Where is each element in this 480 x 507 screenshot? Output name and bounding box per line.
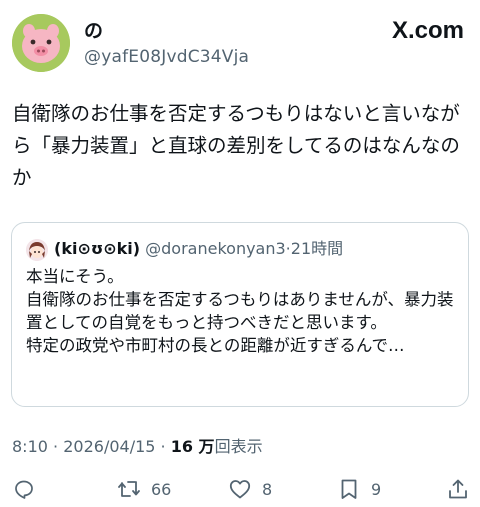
heart-icon [229, 480, 251, 499]
anime-girl-avatar-icon[interactable] [26, 239, 48, 261]
action-bar: 66 8 9 [0, 474, 480, 504]
tweet-text: 自衛隊のお仕事を否定するつもりはないと言いながら「暴力装置」と直球の差別をしてる… [12, 102, 460, 189]
bookmark-count: 9 [371, 479, 382, 499]
retweet-button[interactable]: 66 [117, 476, 171, 502]
tweet-header: の @yafE08JvdC34Vja X.com [12, 12, 468, 76]
view-count-label: 回表示 [214, 437, 263, 456]
view-count: 16 万 [170, 437, 215, 456]
share-button[interactable] [446, 476, 470, 502]
reply-button[interactable] [12, 476, 36, 502]
tweet-date[interactable]: 2026/04/15 [63, 437, 155, 456]
quoted-tweet-text: 本当にそう。 自衛隊のお仕事を否定するつもりはありませんが、暴力装置としての自覚… [26, 265, 458, 357]
retweet-count: 66 [151, 479, 172, 499]
bookmark-button[interactable]: 9 [337, 476, 381, 502]
quoted-text-line: 特定の政党や市町村の長との距離が近すぎるんで… [26, 336, 405, 355]
retweet-icon [118, 481, 140, 497]
quoted-text-line: 本当にそう。 [26, 267, 124, 286]
quoted-author-handle[interactable]: @doranekonyan3 [145, 239, 286, 258]
author-display-name[interactable]: の [84, 20, 103, 42]
tweet-time[interactable]: 8:10 [12, 437, 48, 456]
meta-separator: · [160, 437, 166, 456]
bookmark-icon [341, 479, 357, 499]
pig-face-icon[interactable] [12, 14, 70, 72]
meta-separator: · [53, 437, 59, 456]
share-icon [449, 479, 467, 499]
quoted-text-line: 自衛隊のお仕事を否定するつもりはありませんが、暴力装置としての自覚をもっと持つべ… [26, 290, 454, 332]
like-button[interactable]: 8 [228, 476, 272, 502]
quoted-tweet-card[interactable]: (ki⊙ʊ⊙ki) @doranekonyan3·21時間 本当にそう。 自衛隊… [11, 222, 469, 407]
quoted-tweet-meta: (ki⊙ʊ⊙ki) @doranekonyan3·21時間 [54, 238, 343, 260]
reply-icon [15, 480, 33, 499]
author-handle[interactable]: @yafE08JvdC34Vja [84, 46, 249, 68]
like-count: 8 [262, 479, 273, 499]
quoted-tweet-time[interactable]: 21時間 [291, 239, 343, 258]
brand-logo: X.com [391, 17, 464, 44]
tweet-metadata: 8:10 · 2026/04/15 · 16 万回表示 [12, 436, 263, 458]
quoted-author-name[interactable]: (ki⊙ʊ⊙ki) [54, 239, 140, 258]
